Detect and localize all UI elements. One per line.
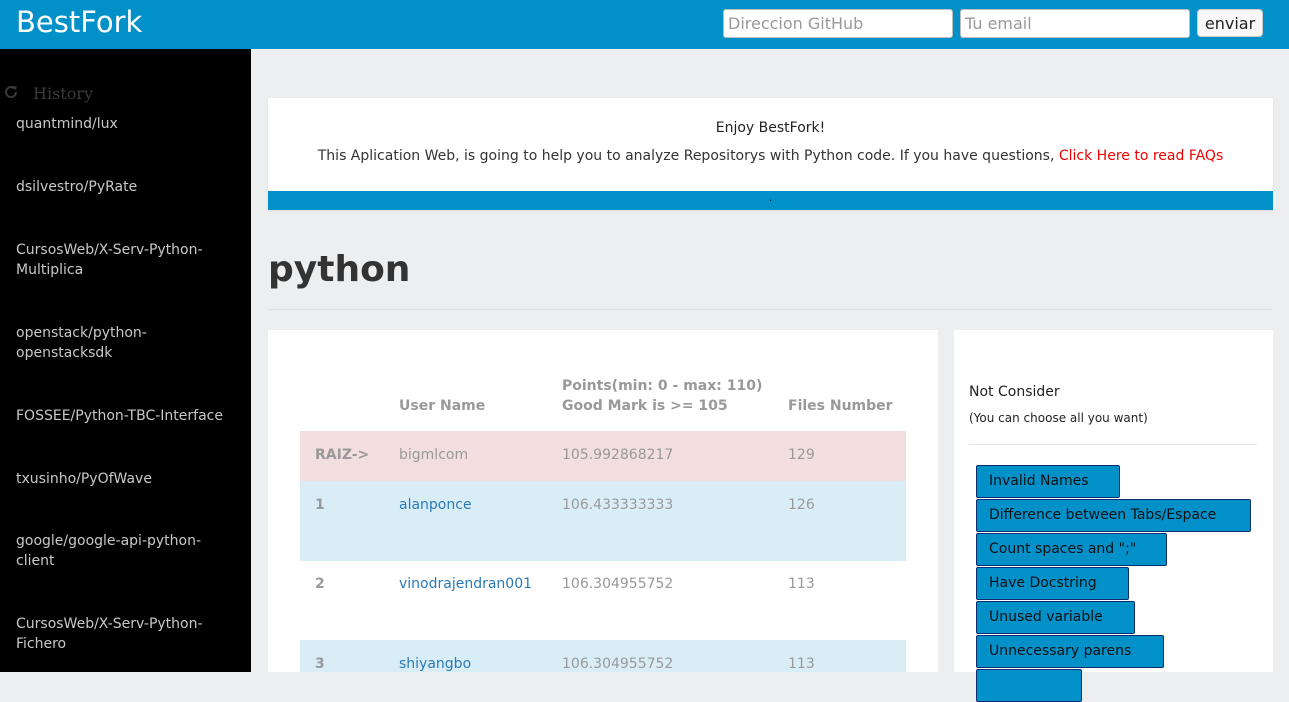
filter-unnecessary-parens[interactable]: Unnecessary parens: [976, 635, 1164, 668]
col-header-points-good: Good Mark is >= 105: [562, 398, 728, 414]
table-row: 2 vinodrajendran001 106.304955752 113: [300, 561, 906, 640]
history-item[interactable]: openstack/python-openstacksdk: [16, 323, 231, 363]
filter-option-partial[interactable]: [976, 669, 1082, 702]
table-row: RAIZ-> bigmlcom 105.992868217 129: [300, 431, 906, 481]
row-user-link[interactable]: vinodrajendran001: [399, 576, 532, 592]
table-row: 3 shiyangbo 106.304955752 113: [300, 640, 906, 672]
col-header-user: User Name: [399, 398, 486, 414]
filters-subtitle: (You can choose all you want): [969, 411, 1148, 425]
history-item[interactable]: CursosWeb/X-Serv-Python-Multiplica: [16, 240, 231, 280]
history-item[interactable]: txusinho/PyOfWave: [16, 469, 231, 489]
filters-title: Not Consider: [969, 384, 1060, 400]
filters-card: Not Consider (You can choose all you wan…: [954, 330, 1273, 702]
faq-link[interactable]: Click Here to read FAQs: [1059, 148, 1223, 164]
row-user-link[interactable]: alanponce: [399, 497, 472, 513]
row-files: 113: [788, 656, 815, 672]
filter-docstring[interactable]: Have Docstring: [976, 567, 1129, 600]
page-title: python: [268, 249, 411, 290]
row-files: 113: [788, 576, 815, 592]
row-points: 106.304955752: [562, 656, 674, 672]
row-files: 126: [788, 497, 815, 513]
history-label: History: [33, 84, 94, 103]
welcome-text: This Aplication Web, is going to help yo…: [268, 148, 1273, 164]
history-item[interactable]: dsilvestro/PyRate: [16, 177, 231, 197]
history-item[interactable]: CursosWeb/X-Serv-Python-Fichero: [16, 614, 231, 654]
title-divider: [268, 309, 1273, 310]
welcome-panel: Enjoy BestFork! This Aplication Web, is …: [268, 98, 1273, 210]
table-row: 1 alanponce 106.433333333 126: [300, 481, 906, 561]
filter-invalid-names[interactable]: Invalid Names: [976, 465, 1120, 498]
app-brand[interactable]: BestFork: [16, 5, 142, 39]
email-input[interactable]: [960, 9, 1190, 38]
progress-bar: .: [268, 191, 1273, 210]
row-points: 106.304955752: [562, 576, 674, 592]
history-item[interactable]: google/google-api-python-client: [16, 531, 231, 571]
col-header-files: Files Number: [788, 398, 893, 414]
welcome-title: Enjoy BestFork!: [715, 120, 826, 136]
send-button[interactable]: enviar: [1197, 9, 1263, 37]
row-rank: 3: [315, 656, 325, 672]
row-user-link[interactable]: shiyangbo: [399, 656, 471, 672]
col-header-points-range: Points(min: 0 - max: 110): [562, 378, 763, 394]
col-header-points: Points(min: 0 - max: 110) Good Mark is >…: [562, 376, 762, 416]
github-url-input[interactable]: [723, 9, 953, 38]
row-rank: 2: [315, 576, 325, 592]
filter-count-spaces[interactable]: Count spaces and ";": [976, 533, 1167, 566]
filters-divider: [969, 444, 1257, 445]
history-item[interactable]: FOSSEE/Python-TBC-Interface: [16, 406, 231, 426]
row-points: 106.433333333: [562, 497, 674, 513]
refresh-icon[interactable]: [3, 84, 19, 100]
welcome-description: This Aplication Web, is going to help yo…: [317, 148, 1055, 164]
row-points: 105.992868217: [562, 447, 674, 463]
row-user: bigmlcom: [399, 447, 469, 463]
history-sidebar: History quantmind/lux dsilvestro/PyRate …: [0, 49, 251, 672]
results-table-card: User Name Points(min: 0 - max: 110) Good…: [268, 330, 938, 672]
row-files: 129: [788, 447, 815, 463]
history-item[interactable]: quantmind/lux: [16, 114, 231, 134]
filter-unused-variable[interactable]: Unused variable: [976, 601, 1135, 634]
row-rank: 1: [315, 497, 325, 513]
filter-tabs-spaces[interactable]: Difference between Tabs/Espace: [976, 499, 1251, 532]
top-navbar: BestFork enviar: [0, 0, 1289, 49]
row-rank: RAIZ->: [315, 447, 370, 463]
progress-bar-text: .: [769, 193, 773, 204]
